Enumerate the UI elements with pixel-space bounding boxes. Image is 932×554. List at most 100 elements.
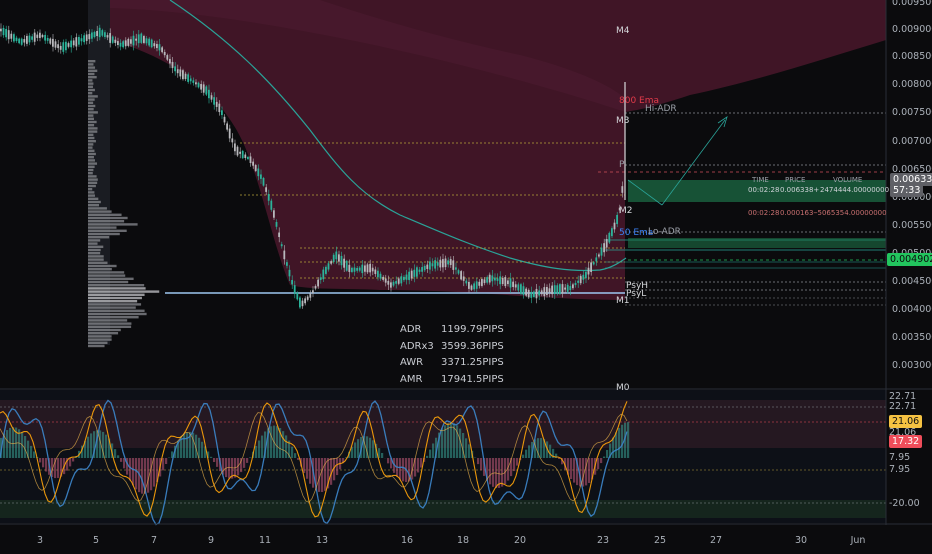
- trade-row1-volume: 2474444.00000000: [820, 186, 889, 194]
- volume-profile-bar: [88, 233, 120, 235]
- candle-body: [55, 41, 57, 47]
- time-axis[interactable]: 3579111316182023252730Jun: [0, 525, 886, 550]
- volume-profile-bar: [88, 226, 117, 228]
- candle-body: [57, 44, 59, 48]
- oscillator-histogram-bar: [570, 458, 572, 479]
- oscillator-histogram-bar: [465, 438, 467, 458]
- candle-body: [520, 284, 522, 294]
- candle-body: [580, 276, 582, 283]
- candle-body: [83, 35, 85, 42]
- oscillator-axis[interactable]: 22.7122.7121.0621.0617.327.957.95-20.00: [886, 388, 932, 523]
- candle-body: [270, 201, 272, 210]
- volume-profile-bar: [88, 127, 98, 129]
- time-tick-label: 3: [37, 535, 43, 546]
- volume-profile-bar: [88, 188, 92, 190]
- volume-profile-bar: [88, 223, 138, 225]
- oscillator-histogram-bar: [183, 434, 185, 458]
- volume-profile-bar: [88, 169, 93, 171]
- oscillator-histogram-bar: [72, 458, 74, 462]
- volume-profile-bar: [88, 217, 128, 219]
- volume-profile-bar: [88, 66, 95, 68]
- candle-body: [203, 84, 205, 92]
- candle-body: [198, 83, 200, 88]
- candle-body: [577, 281, 579, 283]
- candle-body: [504, 277, 506, 286]
- volume-profile-bar: [88, 319, 127, 321]
- candle-body: [372, 268, 374, 272]
- oscillator-histogram-bar: [516, 458, 518, 466]
- candle-body: [276, 222, 278, 227]
- candle-body: [426, 265, 428, 269]
- candle-body: [494, 278, 496, 281]
- candle-body: [507, 280, 509, 284]
- candle-body: [36, 35, 38, 38]
- volume-profile-bar: [88, 303, 141, 305]
- volume-profile-bar: [88, 89, 95, 91]
- candle-body: [445, 259, 447, 268]
- oscillator-histogram-bar: [282, 431, 284, 458]
- oscillator-histogram-bar: [243, 458, 245, 468]
- candle-body: [60, 46, 62, 50]
- candle-body: [44, 35, 46, 41]
- candle-body: [192, 80, 194, 83]
- candle-body: [78, 37, 80, 45]
- candle-body: [476, 281, 478, 288]
- candle-body: [13, 34, 15, 41]
- volume-profile-bar: [88, 329, 121, 331]
- price-tick-label: 0.003500: [892, 332, 932, 343]
- candle-body: [239, 152, 241, 154]
- candle-body: [387, 281, 389, 285]
- oscillator-histogram-bar: [441, 428, 443, 458]
- volume-profile-bar: [88, 82, 93, 84]
- candle-body: [525, 289, 527, 296]
- volume-profile-bar: [88, 258, 104, 260]
- trade-row1-price: 0.006338+: [780, 186, 819, 194]
- oscillator-histogram-bar: [477, 458, 479, 464]
- adr-value: 17941.5PIPS: [441, 374, 504, 385]
- volume-profile-bar: [88, 284, 144, 286]
- candle-body: [247, 157, 249, 159]
- adr-value: 1199.79PIPS: [441, 324, 504, 335]
- osc-tick-label: -20.00: [889, 498, 920, 509]
- trading-chart[interactable]: M4 M3 M2 M1 M0 800 Ema Hi-ADR P 50 Ema L…: [0, 0, 932, 550]
- candle-body: [164, 52, 166, 55]
- osc-tick-label: 17.32: [889, 435, 922, 448]
- time-tick-label: 5: [93, 535, 99, 546]
- oscillator-histogram-bar: [297, 458, 299, 460]
- candle-body: [533, 292, 535, 297]
- candle-body: [0, 29, 2, 32]
- candle-body: [16, 38, 18, 41]
- candle-body: [244, 155, 246, 158]
- candle-body: [159, 44, 161, 50]
- chart-canvas[interactable]: [0, 0, 932, 550]
- oscillator-histogram-bar: [615, 432, 617, 458]
- oscillator-histogram-bar: [33, 451, 35, 458]
- candle-body: [611, 228, 613, 236]
- oscillator-histogram-bar: [45, 458, 47, 472]
- candle-body: [312, 290, 314, 293]
- countdown-badge: 57:33: [890, 184, 923, 197]
- candle-body: [590, 262, 592, 272]
- candle-body: [455, 267, 457, 269]
- candle-body: [608, 233, 610, 243]
- candle-body: [408, 272, 410, 280]
- candle-body: [538, 290, 540, 295]
- candle-body: [29, 36, 31, 43]
- oscillator-histogram-bar: [276, 426, 278, 458]
- candle-body: [502, 278, 504, 284]
- candle-body: [338, 254, 340, 261]
- candle-body: [8, 30, 10, 39]
- candle-body: [582, 275, 584, 280]
- candle-body: [354, 268, 356, 272]
- candle-body: [447, 260, 449, 264]
- volume-profile-bar: [88, 175, 97, 177]
- oscillator-histogram-bar: [270, 426, 272, 458]
- candle-body: [543, 287, 545, 296]
- candle-body: [185, 74, 187, 79]
- candle-body: [413, 270, 415, 277]
- candle-body: [390, 282, 392, 287]
- oscillator-histogram-bar: [525, 450, 527, 458]
- candle-body: [208, 90, 210, 98]
- volume-profile-bar: [88, 326, 131, 328]
- candle-body: [101, 30, 103, 36]
